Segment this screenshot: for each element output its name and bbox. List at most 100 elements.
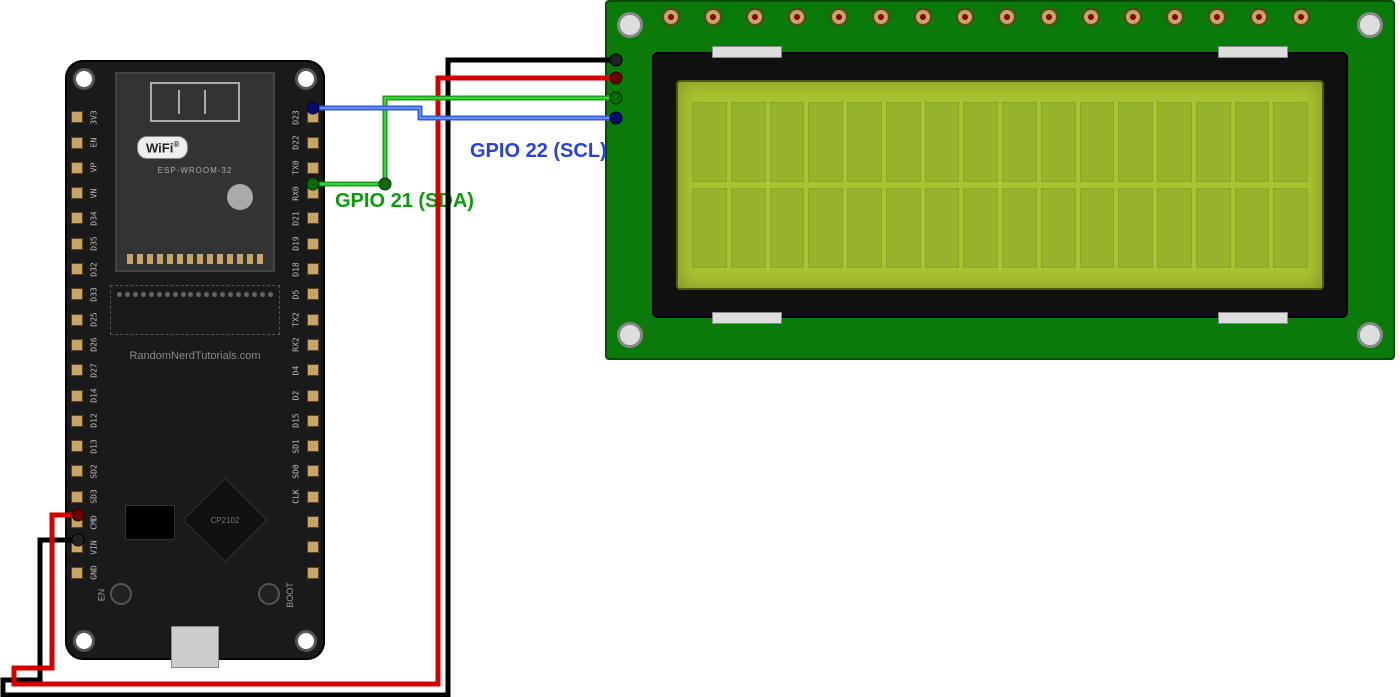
bezel-tab: [1218, 312, 1288, 324]
pin-pad: [71, 212, 83, 224]
lcd-header-pin: [872, 8, 890, 26]
pin-d22: D22: [287, 133, 319, 152]
pin-pad: [307, 491, 319, 503]
pin-pad: [71, 440, 83, 452]
brand-label: RandomNerdTutorials.com: [129, 350, 260, 362]
pin-pad: [307, 415, 319, 427]
pin-label: D18: [292, 260, 301, 278]
pin-label: EN: [90, 134, 99, 152]
lcd-header-pin: [830, 8, 848, 26]
bezel-tab: [712, 312, 782, 324]
pin-pad: [307, 465, 319, 477]
pin-label: RX2: [292, 336, 301, 354]
pin-pad: [307, 339, 319, 351]
lcd-char-cell: [1080, 102, 1115, 182]
pin-label: D12: [90, 412, 99, 430]
pin-label: D5: [292, 285, 301, 303]
en-button[interactable]: [110, 583, 132, 605]
pin-d12: D12: [71, 412, 103, 431]
pin-d26: D26: [71, 336, 103, 355]
lcd-char-cell: [1080, 188, 1115, 268]
espressif-logo-icon: [227, 184, 253, 210]
lcd-char-cell: [1196, 188, 1231, 268]
pin-d18: D18: [287, 260, 319, 279]
lcd-header-pin: [998, 8, 1016, 26]
pin-pad: [71, 137, 83, 149]
pin-d33: D33: [71, 285, 103, 304]
wifi-label: WiFi: [146, 140, 173, 155]
lcd-char-cell: [731, 102, 766, 182]
pin-label: D26: [90, 336, 99, 354]
pin-rx2: RX2: [287, 336, 319, 355]
lcd-char-cell: [770, 188, 805, 268]
pin-d5: D5: [287, 285, 319, 304]
pin-label: 3V3: [90, 108, 99, 126]
header-holes: [117, 292, 273, 297]
pin-sd1: SD1: [287, 437, 319, 456]
pin-pad: [71, 541, 83, 553]
wire-scl: [307, 102, 622, 124]
pin-pad: [307, 137, 319, 149]
lcd-char-cell: [1041, 188, 1076, 268]
boot-button-label: BOOT: [285, 582, 295, 608]
pin-pad: [71, 187, 83, 199]
lcd-char-cell: [1196, 102, 1231, 182]
pin-pad: [71, 415, 83, 427]
en-button-label: EN: [96, 589, 106, 602]
voltage-regulator-icon: [125, 505, 175, 540]
pin-pad: [307, 111, 319, 123]
lcd-char-cell: [1273, 102, 1308, 182]
lcd-screen: [676, 80, 1324, 290]
lcd-16x2-module: [605, 0, 1395, 360]
lcd-char-cell: [847, 188, 882, 268]
mounting-hole: [73, 68, 95, 90]
pin-pad: [307, 187, 319, 199]
shield-castellations: [127, 254, 263, 266]
pin-label: VP: [90, 159, 99, 177]
lcd-char-cell: [731, 188, 766, 268]
pin-pad: [307, 162, 319, 174]
lcd-pin-row: [662, 8, 1310, 26]
pin-d27: D27: [71, 361, 103, 380]
lcd-char-row: [692, 102, 1308, 182]
usb-chip-label: CP2102: [211, 515, 240, 524]
pin-pad: [71, 364, 83, 376]
pin-pad: [71, 111, 83, 123]
lcd-char-cell: [886, 188, 921, 268]
pin-pad: [71, 314, 83, 326]
wifi-badge: WiFi®: [137, 136, 188, 159]
pin-label: VN: [90, 184, 99, 202]
lcd-char-cell: [692, 102, 727, 182]
pin-pad: [307, 516, 319, 528]
pin-label: D23: [292, 108, 301, 126]
pin-label: D4: [292, 361, 301, 379]
lcd-header-pin: [1040, 8, 1058, 26]
micro-usb-port-icon: [171, 626, 219, 668]
pin-gnd: GND: [71, 563, 103, 582]
lcd-char-row: [692, 188, 1308, 268]
pin-label: D35: [90, 235, 99, 253]
pin-sd3: SD3: [71, 487, 103, 506]
breakout-header-outline: [110, 285, 280, 335]
lcd-header-pin: [746, 8, 764, 26]
pin-pad: [307, 440, 319, 452]
lcd-char-cell: [1235, 188, 1270, 268]
pin-pad: [71, 390, 83, 402]
lcd-char-cell: [1002, 102, 1037, 182]
lcd-header-pin: [914, 8, 932, 26]
pin-label: D15: [292, 412, 301, 430]
lcd-header-pin: [1082, 8, 1100, 26]
pin-tx0: TX0: [287, 159, 319, 178]
boot-button[interactable]: [258, 583, 280, 605]
scl-callout: GPIO 22 (SCL): [470, 140, 607, 163]
pin-d15: D15: [287, 412, 319, 431]
mounting-hole: [1357, 322, 1383, 348]
pin-d21: D21: [287, 209, 319, 228]
pin-label: SD0: [292, 462, 301, 480]
pin-d13: D13: [71, 437, 103, 456]
pin-label: VIN: [90, 538, 99, 556]
pin-label: D25: [90, 311, 99, 329]
usb-uart-chip: CP2102: [183, 478, 268, 563]
lcd-char-cell: [1235, 102, 1270, 182]
lcd-char-cell: [1273, 188, 1308, 268]
